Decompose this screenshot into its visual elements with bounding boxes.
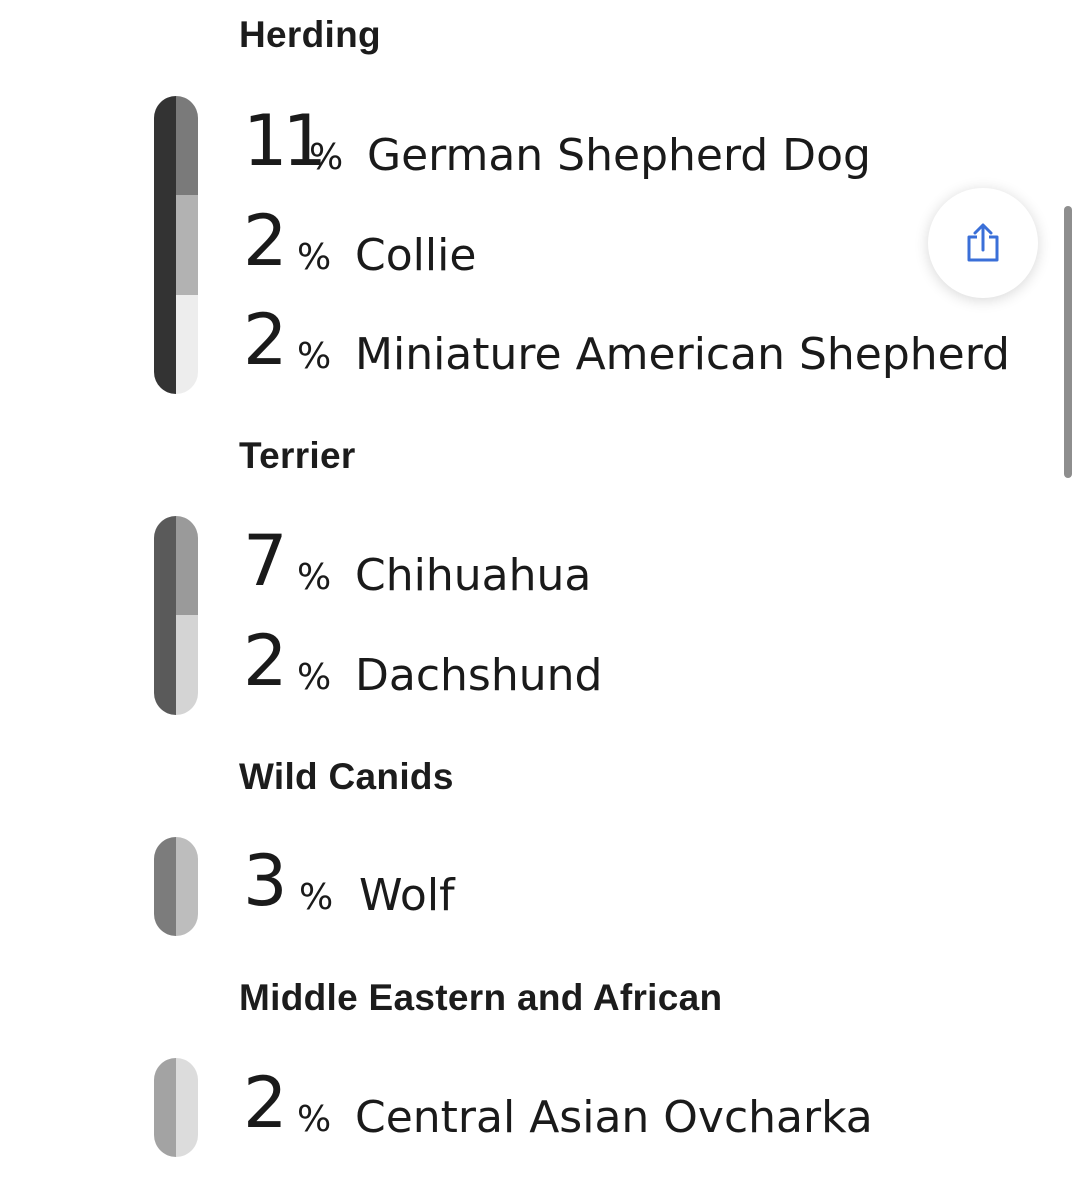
breed-percent: 3 <box>243 840 287 922</box>
ancestry-bar-middle-eastern-african <box>154 1058 198 1157</box>
breed-name: Central Asian Ovcharka <box>355 1092 873 1143</box>
share-button[interactable] <box>928 188 1038 298</box>
percent-sign: % <box>299 877 334 918</box>
breed-percent: 2 <box>243 299 287 381</box>
scrollbar[interactable] <box>1064 206 1072 478</box>
breed-name: Miniature American Shepherd <box>355 329 1010 380</box>
breed-row-german-shepherd[interactable]: 11 % German Shepherd Dog <box>243 100 943 180</box>
breed-percent: 7 <box>243 520 287 602</box>
breed-bar-segment <box>176 516 198 615</box>
percent-sign: % <box>297 657 332 698</box>
ancestry-bar-wild-canids <box>154 837 198 936</box>
breed-row-chihuahua[interactable]: 7 % Chihuahua <box>243 520 843 600</box>
group-heading-wild-canids: Wild Canids <box>239 756 454 797</box>
percent-sign: % <box>309 137 344 178</box>
breed-name: German Shepherd Dog <box>367 130 871 181</box>
breed-row-central-asian-ovcharka[interactable]: 2 % Central Asian Ovcharka <box>243 1062 943 1142</box>
breed-name: Collie <box>355 230 477 281</box>
ancestry-bar-herding <box>154 96 198 394</box>
group-bar-segment <box>154 516 176 715</box>
breed-bar-segment <box>176 295 198 394</box>
breed-row-dachshund[interactable]: 2 % Dachshund <box>243 620 843 700</box>
breed-row-wolf[interactable]: 3 % Wolf <box>243 840 843 920</box>
breed-bar-segment <box>176 1058 198 1157</box>
breed-bar-segment <box>176 615 198 715</box>
breed-name: Dachshund <box>355 650 603 701</box>
group-heading-middle-eastern-african: Middle Eastern and African <box>239 977 723 1018</box>
breed-name: Wolf <box>359 870 455 921</box>
breed-percent: 2 <box>243 1062 287 1144</box>
group-bar-segment <box>154 837 176 936</box>
breed-percent: 2 <box>243 200 287 282</box>
breed-bar-segment <box>176 837 198 936</box>
percent-sign: % <box>297 557 332 598</box>
group-bar-segment <box>154 96 176 394</box>
group-bar-segment <box>154 1058 176 1157</box>
breed-bar-segment <box>176 96 198 195</box>
group-heading-herding: Herding <box>239 14 381 55</box>
breed-row-miniature-american-shepherd[interactable]: 2 % Miniature American Shepherd <box>243 299 1023 379</box>
breed-bar-segment <box>176 195 198 295</box>
percent-sign: % <box>297 336 332 377</box>
breed-percent: 2 <box>243 620 287 702</box>
breed-row-collie[interactable]: 2 % Collie <box>243 200 843 280</box>
breed-name: Chihuahua <box>355 550 592 601</box>
ancestry-bar-terrier <box>154 516 198 715</box>
percent-sign: % <box>297 1099 332 1140</box>
group-heading-terrier: Terrier <box>239 435 356 476</box>
percent-sign: % <box>297 237 332 278</box>
share-icon <box>967 223 999 262</box>
